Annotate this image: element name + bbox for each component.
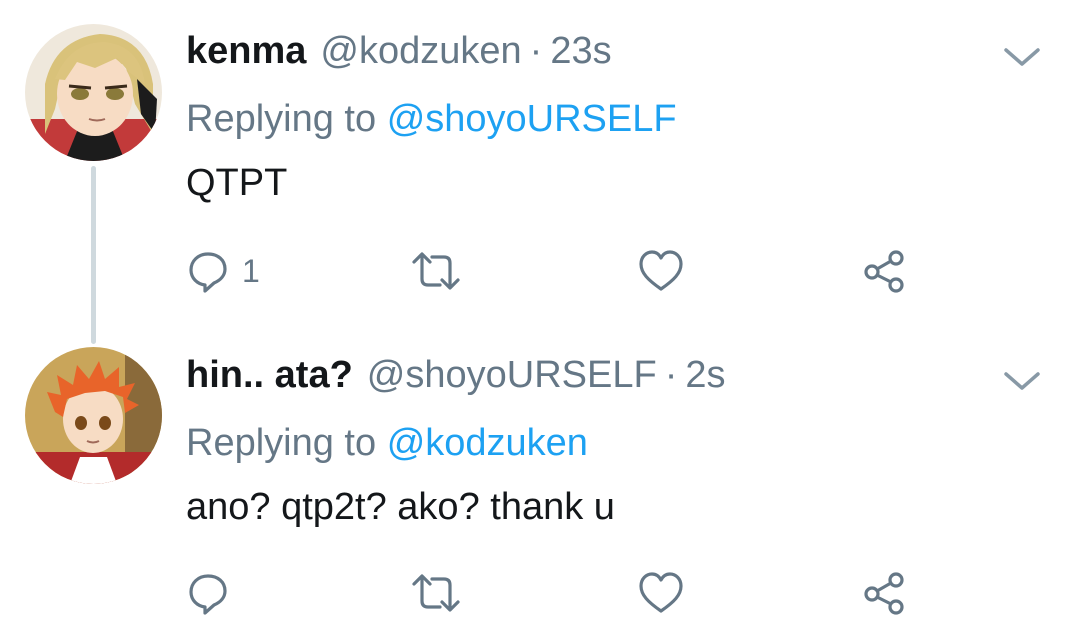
share-button[interactable] bbox=[862, 568, 908, 618]
timestamp[interactable]: 2s bbox=[685, 354, 725, 397]
like-icon bbox=[639, 572, 683, 613]
tweet-header: hin.. ata? @shoyoURSELF · 2s bbox=[186, 354, 726, 410]
reply-button[interactable] bbox=[186, 568, 242, 618]
retweet-button[interactable] bbox=[410, 246, 462, 296]
avatar[interactable] bbox=[25, 347, 162, 484]
reply-mention-link[interactable]: @shoyoURSELF bbox=[387, 98, 677, 140]
share-icon bbox=[864, 572, 904, 615]
tweet[interactable]: kenma @kodzuken · 23s Replying to @shoyo… bbox=[0, 0, 1080, 330]
tweet-header: kenma @kodzuken · 23s bbox=[186, 30, 612, 86]
chevron-down-icon[interactable] bbox=[1002, 366, 1042, 396]
anime-avatar-orange-icon bbox=[25, 347, 162, 484]
anime-avatar-blonde-icon bbox=[25, 24, 162, 161]
chevron-down-icon[interactable] bbox=[1002, 42, 1042, 72]
like-button[interactable] bbox=[638, 246, 684, 296]
reply-icon bbox=[189, 252, 227, 293]
retweet-button[interactable] bbox=[410, 568, 462, 618]
separator-dot: · bbox=[664, 354, 678, 396]
tweet[interactable]: hin.. ata? @shoyoURSELF · 2s Replying to… bbox=[0, 330, 1080, 641]
tweet-actions: 1 bbox=[0, 246, 1080, 296]
like-button[interactable] bbox=[638, 568, 684, 618]
replying-to: Replying to @shoyoURSELF bbox=[186, 98, 677, 141]
share-icon bbox=[864, 250, 904, 293]
display-name[interactable]: kenma bbox=[186, 30, 306, 73]
separator-dot: · bbox=[529, 30, 543, 72]
user-handle[interactable]: @shoyoURSELF bbox=[367, 354, 657, 397]
reply-count: 1 bbox=[242, 252, 260, 289]
timestamp[interactable]: 23s bbox=[550, 30, 611, 73]
tweet-actions bbox=[0, 568, 1080, 618]
tweet-thread: kenma @kodzuken · 23s Replying to @shoyo… bbox=[0, 0, 1080, 641]
avatar[interactable] bbox=[25, 24, 162, 161]
replying-to-label: Replying to bbox=[186, 98, 377, 140]
user-handle[interactable]: @kodzuken bbox=[320, 30, 521, 73]
tweet-text: ano? qtp2t? ako? thank u bbox=[186, 486, 615, 528]
like-icon bbox=[639, 250, 683, 291]
replying-to-label: Replying to bbox=[186, 422, 377, 464]
display-name[interactable]: hin.. ata? bbox=[186, 354, 353, 397]
reply-button[interactable]: 1 bbox=[186, 246, 260, 296]
reply-icon bbox=[189, 574, 227, 615]
retweet-icon bbox=[412, 574, 460, 612]
tweet-text: QTPT bbox=[186, 162, 288, 204]
retweet-icon bbox=[412, 252, 460, 290]
reply-mention-link[interactable]: @kodzuken bbox=[387, 422, 588, 464]
replying-to: Replying to @kodzuken bbox=[186, 422, 588, 465]
share-button[interactable] bbox=[862, 246, 908, 296]
